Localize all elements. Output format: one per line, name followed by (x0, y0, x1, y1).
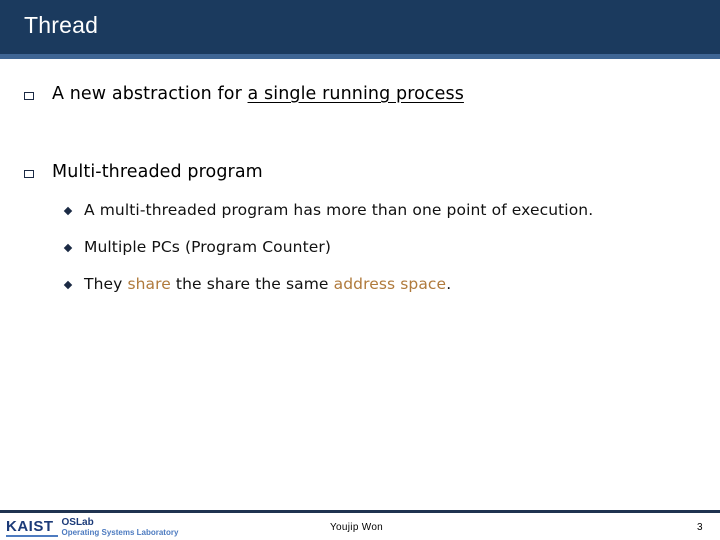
highlighted-term: share (127, 275, 171, 293)
sub-bullet-text: A multi-threaded program has more than o… (84, 201, 594, 219)
text-run: They (84, 275, 128, 293)
bullet-text-multithreaded: Multi-threaded program (52, 162, 263, 182)
kaist-logo-text: KAIST (6, 517, 57, 537)
page-number: 3 (697, 522, 703, 533)
underlined-phrase: a single running process (247, 84, 464, 104)
sub-bullet-text: Multiple PCs (Program Counter) (84, 238, 332, 256)
slide-title: Thread (24, 12, 99, 38)
title-bar-accent-strip (0, 54, 720, 59)
sub-bullet-text: They share the share the same address sp… (84, 275, 451, 293)
hollow-square-icon (24, 170, 34, 178)
text-run: the share the same (170, 275, 334, 293)
title-bar (0, 0, 720, 54)
hollow-square-icon (24, 92, 34, 100)
kaist-oslab-logo: KAIST OSLab Operating Systems Laboratory (6, 516, 178, 538)
oslab-fullname: Operating Systems Laboratory (61, 527, 179, 537)
diamond-icon (63, 280, 73, 290)
footer-divider (0, 510, 720, 513)
oslab-name: OSLab (61, 516, 94, 528)
bullet-text-abstraction: A new abstraction for a single running p… (52, 84, 464, 104)
oslab-logo: OSLab Operating Systems Laboratory (61, 516, 179, 537)
diamond-icon (63, 206, 73, 216)
bullet-text-prefix: A new abstraction for (52, 84, 248, 104)
footer-author: Youjip Won (330, 522, 384, 533)
diamond-icon (63, 243, 73, 253)
highlighted-term: address space (333, 275, 447, 293)
text-run: . (446, 275, 452, 293)
